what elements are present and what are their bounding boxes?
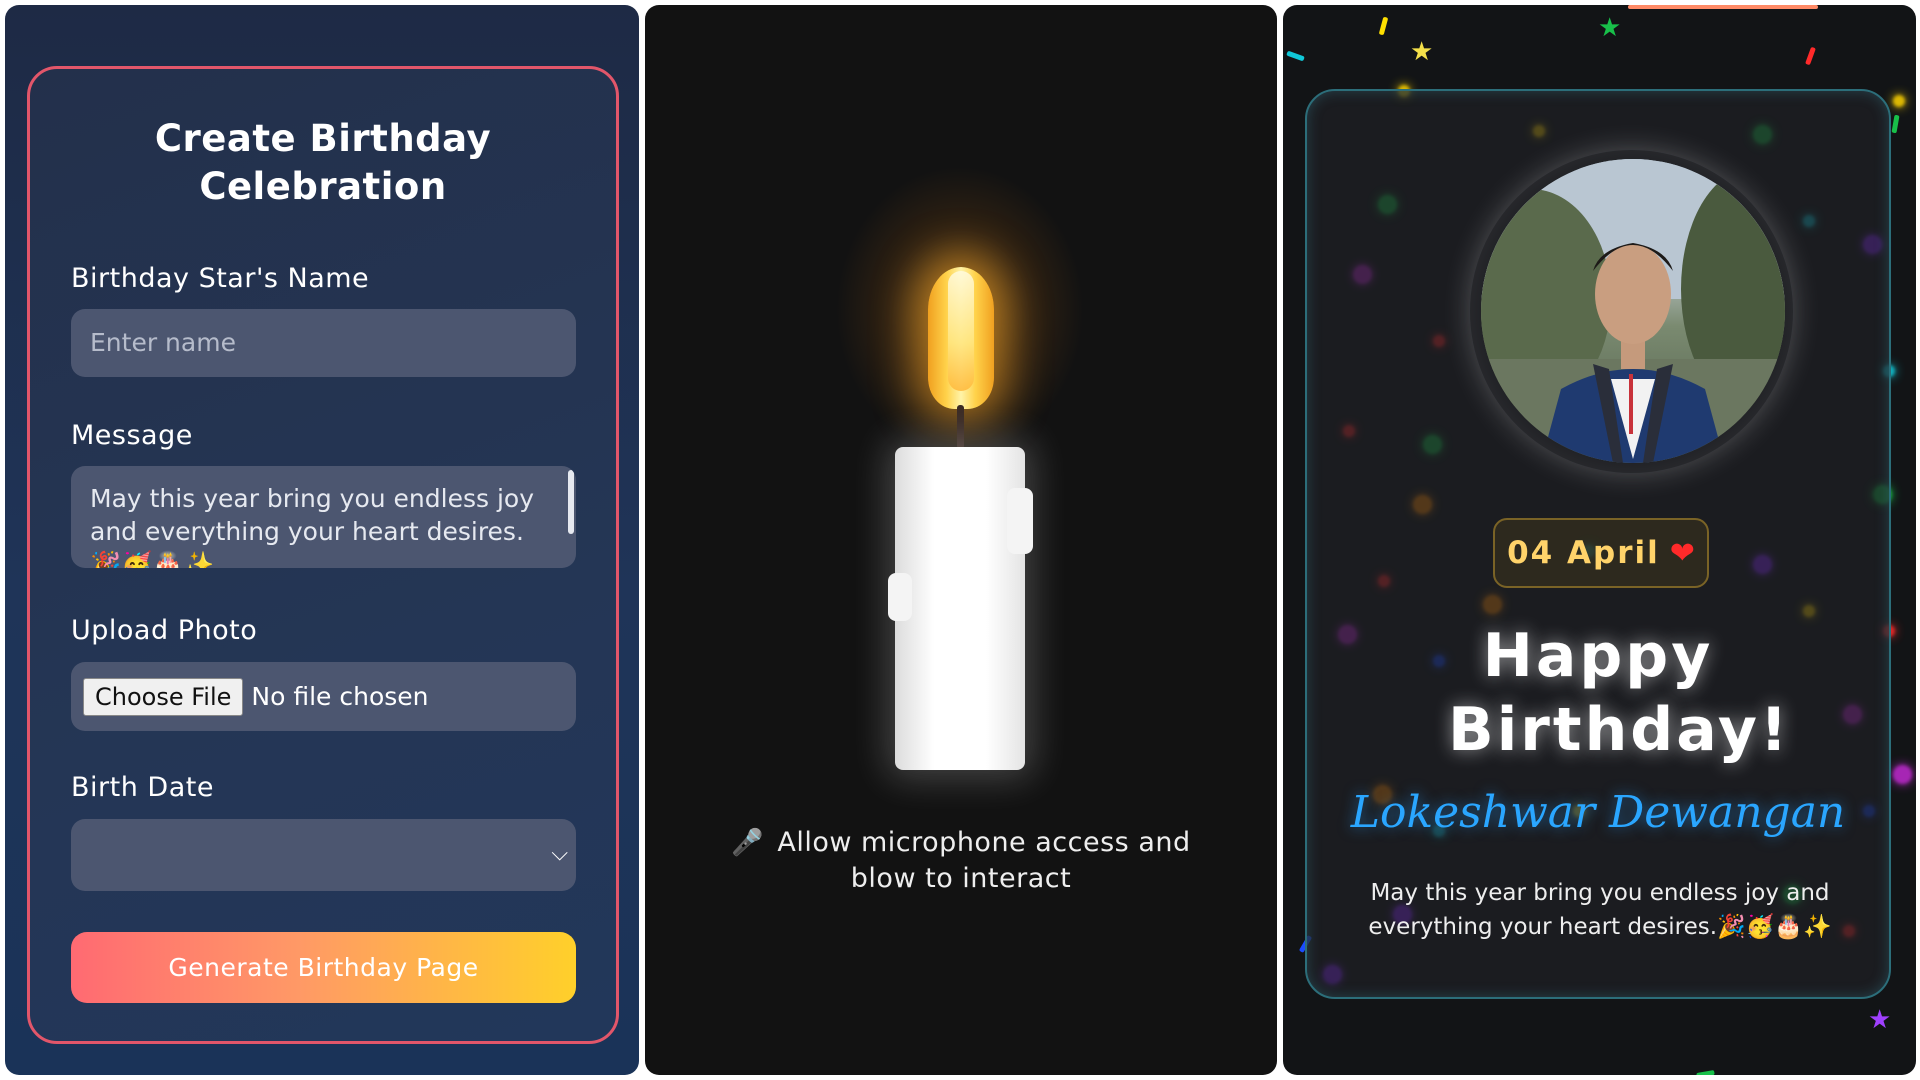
textarea-scrollbar[interactable] [568, 470, 574, 534]
star-icon: ★ [1598, 13, 1622, 43]
generate-button[interactable]: Generate Birthday Page [71, 932, 576, 1003]
create-form-panel: Create Birthday Celebration Birthday Sta… [5, 5, 639, 1075]
confetti-streamer [1286, 50, 1305, 62]
birthday-message: May this year bring you endless joy and … [1368, 880, 1832, 940]
message-textarea[interactable]: May this year bring you endless joy and … [71, 466, 576, 568]
happy-birthday-heading: Happy Birthday! [1307, 619, 1889, 767]
celebration-panel: ★ ★ ★ 04 April ❤ Happy Birthday! Lokeshw… [1283, 5, 1916, 1075]
confetti-streamer [1805, 46, 1816, 66]
star-icon: ★ [1410, 37, 1434, 67]
confetti-streamer [1891, 114, 1900, 134]
birth-date-text: 04 April [1507, 535, 1660, 571]
birthday-person-name: Lokeshwar Dewangan [1350, 787, 1846, 838]
star-icon: ★ [1868, 1005, 1892, 1035]
top-decoration [1628, 5, 1818, 9]
person-photo-illustration [1481, 159, 1785, 463]
form-title: Create Birthday Celebration [154, 117, 492, 208]
photo-upload-field[interactable]: Choose File No file chosen [71, 662, 576, 731]
message-label: Message [71, 420, 193, 451]
confetti-dot [1893, 765, 1912, 784]
chevron-down-icon: ⌵ [551, 841, 568, 866]
photo-label: Upload Photo [71, 615, 258, 646]
confetti-streamer [1378, 16, 1389, 36]
microphone-prompt: 🎤 Allow microphone access and blow to in… [705, 825, 1217, 897]
wax-drip [888, 573, 912, 621]
birthday-card: 04 April ❤ Happy Birthday! Lokeshwar Dew… [1305, 89, 1891, 999]
confetti-streamer [1696, 1069, 1715, 1075]
file-status: No file chosen [251, 682, 429, 711]
microphone-icon: 🎤 [731, 828, 765, 858]
wax-drip [1007, 488, 1033, 554]
birth-date-select[interactable]: ⌵ [71, 819, 576, 891]
confetti-dot [1893, 95, 1905, 107]
choose-file-button[interactable]: Choose File [83, 677, 244, 716]
candle-panel: 🎤 Allow microphone access and blow to in… [645, 5, 1277, 1075]
message-value: May this year bring you endless joy and … [90, 484, 535, 568]
birth-date-label: Birth Date [71, 772, 214, 803]
candle-body [895, 447, 1025, 770]
heart-icon: ❤ [1669, 535, 1695, 571]
happy-birthday-text: Happy Birthday! [1448, 621, 1791, 765]
candle-wick [957, 405, 964, 449]
name-input[interactable]: Enter name [71, 309, 576, 377]
flame-core [948, 271, 974, 391]
name-label: Birthday Star's Name [71, 263, 370, 294]
microphone-prompt-text: Allow microphone access and blow to inte… [777, 827, 1191, 894]
form-card: Create Birthday Celebration Birthday Sta… [27, 66, 619, 1044]
profile-photo [1481, 159, 1785, 463]
name-placeholder: Enter name [90, 328, 236, 357]
birth-date-badge: 04 April ❤ [1493, 518, 1709, 588]
